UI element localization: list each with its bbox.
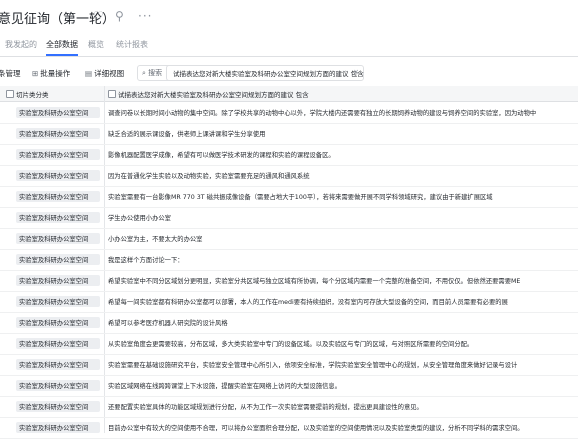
pin-icon[interactable]: ⚲ xyxy=(115,9,124,23)
category-tag: 实验室及科研办公室空间 xyxy=(16,422,100,433)
column-checkbox[interactable] xyxy=(108,90,116,98)
select-all-checkbox[interactable] xyxy=(6,90,14,98)
heart-icon[interactable]: ♡ xyxy=(93,9,104,23)
suggestion-text: 希望可以参考医疗机器人研究院的设计风格 xyxy=(108,320,228,327)
category-tag: 实验室及科研办公室空间 xyxy=(16,296,100,307)
suggestion-text: 还要配置实验室具体的功能区域规划进行分配，从不为工作一次实验室需要提前的规划，提… xyxy=(108,404,423,411)
category-tag: 实验室及科研办公室空间 xyxy=(16,275,100,286)
table-header: 切片类分类 试描表达您对新大楼实验室及科研办公室空间规划方面的建议 包含 xyxy=(0,86,578,102)
search-icon: ⌕ xyxy=(142,69,146,77)
suggestion-text: 实验室需要有一台影像MR 770 3T 磁共振成像设备（需要占地大于100平），… xyxy=(108,194,493,201)
table-row[interactable]: 实验室及科研办公室空间 希望每一间实验室都有科研办公室都可以部署，本人的工作在me… xyxy=(0,292,578,313)
category-tag: 实验室及科研办公室空间 xyxy=(16,191,100,202)
table-row[interactable]: 实验室及科研办公室空间 实验室需要有一台影像MR 770 3T 磁共振成像设备（需… xyxy=(0,187,578,208)
data-table: 切片类分类 试描表达您对新大楼实验室及科研办公室空间规划方面的建议 包含 实验室… xyxy=(0,86,578,439)
batch-icon: ⊞ xyxy=(32,69,39,78)
column-header-category[interactable]: 切片类分类 xyxy=(16,89,49,99)
category-tag: 实验室及科研办公室空间 xyxy=(16,128,100,139)
tab-statistics[interactable]: 统计报表 xyxy=(116,39,148,50)
table-row[interactable]: 实验室及科研办公室空间 目前办公室中有较大的空间使用不合理，可以将办公室面积合理分… xyxy=(0,418,578,439)
category-tag: 实验室及科研办公室空间 xyxy=(16,317,100,328)
table-row[interactable]: 实验室及科研办公室空间 从实验室角度会更需要较高，分布区域，多大类实验室中专门的设… xyxy=(0,334,578,355)
title-bar: 意见征询（第一轮） ♡ ⚲ ··· xyxy=(0,0,578,32)
table-row[interactable]: 实验室及科研办公室空间 因为在普通化学生实验以及动物实验，实验室需要充足的通风和通… xyxy=(0,166,578,187)
suggestion-text: 缺乏合适的展示课设备，供老师上课讲课和学生分享使用 xyxy=(108,131,266,138)
table-row[interactable]: 实验室及科研办公室空间 调查问卷以长期时间小动物的集中空间。除了学校共享的动物中心… xyxy=(0,103,578,124)
suggestion-text: 因为在普通化学生实验以及动物实验，实验室需要充足的通风和通风系统 xyxy=(108,173,310,180)
filter-text: 试描表达您对新大楼实验室及科研办公室空间规划方面的建议 包含 xyxy=(173,70,364,78)
category-tag: 实验室及科研办公室空间 xyxy=(16,338,100,349)
category-tag: 实验室及科研办公室空间 xyxy=(16,149,100,160)
suggestion-text: 实验室需要在基础设施研究平台，实验室安全管理中心所引入，依项安全标准，学院实验室… xyxy=(108,362,518,369)
filter-chip[interactable]: 试描表达您对新大楼实验室及科研办公室空间规划方面的建议 包含 × xyxy=(166,65,364,81)
table-row[interactable]: 实验室及科研办公室空间 实验室需要在基础设施研究平台，实验室安全管理中心所引入，依… xyxy=(0,355,578,376)
view-icon: ▤ xyxy=(85,69,93,78)
category-tag: 实验室及科研办公室空间 xyxy=(16,254,100,265)
table-row[interactable]: 实验室及科研办公室空间 影像机器配置医学成像，希望有可以做医学技术研发的课程和实验… xyxy=(0,145,578,166)
table-row[interactable]: 实验室及科研办公室空间 缺乏合适的展示课设备，供老师上课讲课和学生分享使用 xyxy=(0,124,578,145)
category-tag: 实验室及科研办公室空间 xyxy=(16,401,100,412)
suggestion-text: 希望实验室中不同分区域划分更明显，实验室分共区域与独立区域有所协调，每个分区域内… xyxy=(108,278,521,285)
close-icon[interactable]: × xyxy=(353,68,359,76)
table-row[interactable]: 实验室及科研办公室空间 小办公室为主，不要太大的办公室 xyxy=(0,229,578,250)
suggestion-text: 从实验室角度会更需要较高，分布区域，多大类实验室中专门的设备区域。以及实验区与专… xyxy=(108,341,474,348)
column-header-suggestion[interactable]: 试描表达您对新大楼实验室及科研办公室空间规划方面的建议 包含 xyxy=(118,89,309,99)
manage-button[interactable]: 条管理 xyxy=(0,68,21,79)
tab-overview[interactable]: 概览 xyxy=(88,39,104,50)
tab-all-data[interactable]: 全部数据 xyxy=(46,39,78,50)
category-tag: 实验室及科研办公室空间 xyxy=(16,233,100,244)
suggestion-text: 目前办公室中有较大的空间使用不合理，可以将办公室面积合理分配，以及实验室的空间使… xyxy=(108,425,524,432)
category-tag: 实验室及科研办公室空间 xyxy=(16,380,100,391)
detail-view-button[interactable]: ▤ 详细视图 xyxy=(85,68,124,79)
table-row[interactable]: 实验室及科研办公室空间 希望实验室中不同分区域划分更明显，实验室分共区域与独立区域… xyxy=(0,271,578,292)
more-icon[interactable]: ··· xyxy=(138,9,152,23)
table-row[interactable]: 实验室及科研办公室空间 希望可以参考医疗机器人研究院的设计风格 xyxy=(0,313,578,334)
table-row[interactable]: 实验室及科研办公室空间 学生办公使用小办公室 xyxy=(0,208,578,229)
suggestion-text: 小办公室为主，不要太大的办公室 xyxy=(108,236,203,243)
suggestion-text: 学生办公使用小办公室 xyxy=(108,215,171,222)
view-tabs: 我发起的 全部数据 概览 统计报表 xyxy=(0,32,578,57)
category-tag: 实验室及科研办公室空间 xyxy=(16,107,100,118)
category-tag: 实验室及科研办公室空间 xyxy=(16,359,100,370)
suggestion-text: 希望每一间实验室都有科研办公室都可以部署，本人的工作在medi要有持续组织，没有… xyxy=(108,299,508,306)
batch-operation-button[interactable]: ⊞ 批量操作 xyxy=(32,68,70,79)
suggestion-text: 调查问卷以长期时间小动物的集中空间。除了学校共享的动物中心以外，学院大楼内还需要… xyxy=(108,110,537,117)
table-row[interactable]: 实验室及科研办公室空间 我是这样个方面讨论一下： xyxy=(0,250,578,271)
suggestion-text: 实验区域网络在线跨跨课堂上下水设施，提醒实验室在网络上访问的大型设施信息。 xyxy=(108,383,341,390)
active-tab-indicator xyxy=(46,54,78,56)
table-row[interactable]: 实验室及科研办公室空间 还要配置实验室具体的功能区域规划进行分配，从不为工作一次实… xyxy=(0,397,578,418)
suggestion-text: 我是这样个方面讨论一下： xyxy=(108,257,184,264)
tab-mine[interactable]: 我发起的 xyxy=(5,39,37,50)
suggestion-text: 影像机器配置医学成像，希望有可以做医学技术研发的课程和实验的课程设备区。 xyxy=(108,152,335,159)
table-row[interactable]: 实验室及科研办公室空间 实验区域网络在线跨跨课堂上下水设施，提醒实验室在网络上访问… xyxy=(0,376,578,397)
category-tag: 实验室及科研办公室空间 xyxy=(16,212,100,223)
category-tag: 实验室及科研办公室空间 xyxy=(16,170,100,181)
